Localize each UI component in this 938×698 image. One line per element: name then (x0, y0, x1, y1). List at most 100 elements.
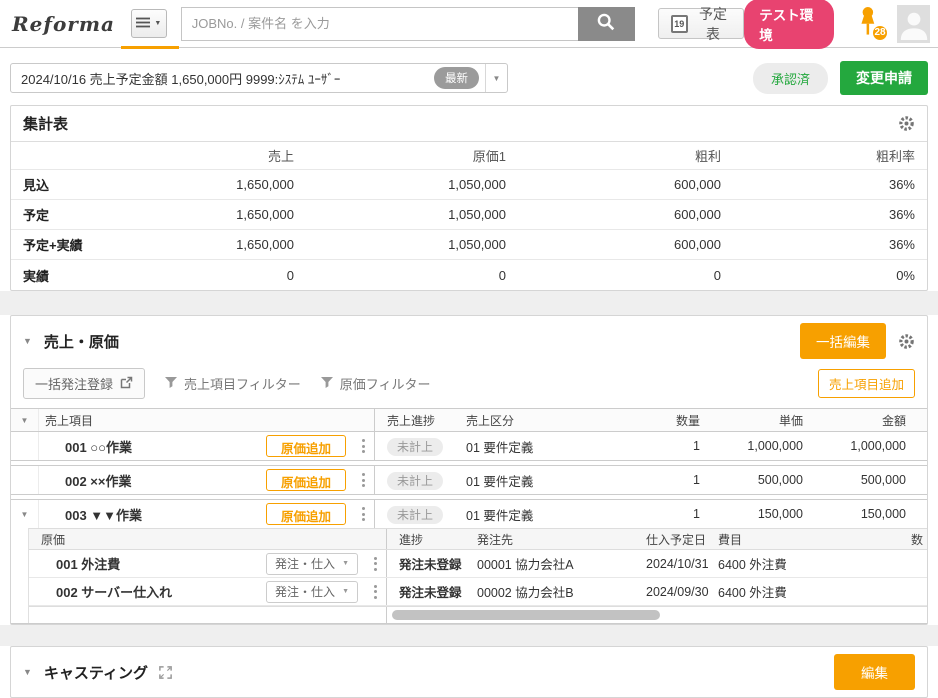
summary-row-jisseki: 実績 0 0 0 0% (11, 260, 927, 290)
calendar-icon: 19 (671, 15, 688, 33)
collapse-caret-icon[interactable]: ▼ (23, 336, 32, 346)
sales-cost-card-header: ▼ 売上・原価 一括編集 (11, 316, 927, 366)
sales-item-group-001: 001 ○○作業 原価追加 未計上 01 要件定義 1 1,000,000 1,… (11, 432, 927, 461)
cost-item-name: 002 サーバー仕入れ (29, 582, 266, 601)
supplier-value: 00001 協力会社A (477, 554, 646, 573)
casting-title: キャスティング (44, 662, 148, 683)
add-sales-item-button[interactable]: 売上項目追加 (818, 369, 915, 398)
col-supplier: 発注先 (477, 531, 646, 548)
sales-item-detail: 未計上 01 要件定義 1 1,000,000 1,000,000 (374, 432, 927, 460)
sales-table-header: ▼ 売上項目 売上進捗 売上区分 数量 単価 金額 (11, 409, 927, 432)
active-tab-indicator (121, 46, 179, 49)
sales-item-detail: 未計上 01 要件定義 1 150,000 150,000 (374, 500, 927, 528)
pin-count-badge: 28 (871, 24, 889, 42)
calendar-day: 19 (674, 19, 684, 29)
col-unit-price: 単価 (700, 412, 803, 429)
horizontal-scrollbar[interactable] (386, 607, 927, 623)
col-purchase-date: 仕入予定日 (646, 531, 718, 548)
row-gutter (11, 432, 39, 460)
summary-card-header: 集計表 (11, 106, 927, 142)
supplier-value: 00002 協力会社B (477, 582, 646, 601)
pinned-items-button[interactable]: 28 (856, 6, 883, 42)
gear-icon[interactable] (898, 333, 915, 350)
sales-item-group-003: ▼ 003 ▼▼作業 原価追加 未計上 01 要件定義 1 150,000 15… (11, 499, 927, 624)
chevron-down-icon: ▼ (342, 560, 349, 567)
summary-row-mikomi: 見込 1,650,000 1,050,000 600,000 36% (11, 170, 927, 200)
unit-price-value: 1,000,000 (700, 439, 803, 453)
summary-header-row: 売上 原価1 粗利 粗利率 (11, 142, 927, 170)
filter-icon (165, 376, 177, 391)
sales-cost-card: ▼ 売上・原価 一括編集 一括発注登録 売上項目フィルター 原価フィルター 売上… (10, 315, 928, 625)
order-status: 発注未登録 (399, 582, 477, 601)
cost-table: 原価 進捗 発注先 仕入予定日 費目 数 001 外注費 発注・仕入 (28, 528, 927, 623)
summary-col-cost: 原価1 (294, 146, 506, 165)
expand-caret-icon[interactable]: ▼ (11, 500, 39, 528)
summary-row-yotei-jisseki: 予定+実績 1,650,000 1,050,000 600,000 36% (11, 230, 927, 260)
person-icon (897, 8, 930, 43)
progress-status-badge: 未計上 (387, 472, 443, 490)
section-gap (0, 625, 938, 646)
gear-icon[interactable] (898, 115, 915, 132)
col-progress: 売上進捗 (387, 412, 466, 429)
chevron-down-icon: ▼ (342, 588, 349, 595)
col-amount: 金額 (803, 412, 906, 429)
expand-icon[interactable] (158, 665, 173, 680)
amount-value: 150,000 (803, 507, 906, 521)
schedule-button[interactable]: 19 予定表 (658, 8, 745, 39)
sales-item-detail: 未計上 01 要件定義 1 500,000 500,000 (374, 466, 927, 494)
filter-icon (321, 376, 333, 391)
row-gutter (11, 466, 39, 494)
summary-col-profit: 粗利 (506, 146, 721, 165)
chevron-down-icon[interactable]: ▼ (485, 64, 507, 92)
sales-items-table: ▼ 売上項目 売上進捗 売上区分 数量 単価 金額 001 ○○作業 原価追加 … (11, 408, 927, 624)
col-expense: 費目 (718, 531, 911, 548)
version-select[interactable]: 2024/10/16 売上予定金額 1,650,000円 9999:ｼｽﾃﾑ ﾕ… (10, 63, 508, 93)
progress-status-badge: 未計上 (387, 438, 443, 456)
casting-card: ▼ キャスティング 編集 (10, 646, 928, 698)
expense-value: 6400 外注費 (718, 582, 927, 601)
section-gap (0, 291, 938, 315)
kebab-menu-icon[interactable] (352, 469, 374, 491)
order-status: 発注未登録 (399, 554, 477, 573)
main-menu-button[interactable]: ▼ (131, 9, 167, 38)
unit-price-value: 500,000 (700, 473, 803, 487)
casting-card-header: ▼ キャスティング 編集 (11, 647, 927, 697)
sales-header-right: 売上進捗 売上区分 数量 単価 金額 (374, 409, 927, 431)
kebab-menu-icon[interactable] (352, 503, 374, 525)
user-avatar[interactable] (897, 5, 930, 43)
order-purchase-dropdown[interactable]: 発注・仕入 ▼ (266, 581, 358, 603)
kebab-menu-icon[interactable] (352, 435, 374, 457)
search-button[interactable] (578, 7, 635, 41)
job-search-input[interactable] (181, 7, 578, 41)
col-sales-item: 売上項目 (39, 412, 374, 429)
cost-filter[interactable]: 原価フィルター (321, 374, 431, 393)
collapse-caret-icon[interactable]: ▼ (23, 667, 32, 677)
collapse-all-caret-icon[interactable]: ▼ (11, 409, 39, 431)
sales-item-filter[interactable]: 売上項目フィルター (165, 374, 301, 393)
version-bar: 2024/10/16 売上予定金額 1,650,000円 9999:ｼｽﾃﾑ ﾕ… (0, 48, 938, 105)
add-cost-button[interactable]: 原価追加 (266, 503, 346, 525)
edit-button[interactable]: 編集 (834, 654, 915, 690)
sales-item-name: 003 ▼▼作業 (39, 505, 266, 524)
hamburger-icon (136, 16, 150, 31)
add-cost-button[interactable]: 原価追加 (266, 435, 346, 457)
add-cost-button[interactable]: 原価追加 (266, 469, 346, 491)
bulk-order-button[interactable]: 一括発注登録 (23, 368, 145, 399)
col-qty: 数量 (612, 412, 700, 429)
order-purchase-dropdown[interactable]: 発注・仕入 ▼ (266, 553, 358, 575)
bulk-edit-button[interactable]: 一括編集 (800, 323, 886, 359)
qty-value: 1 (612, 439, 700, 453)
external-link-icon (120, 376, 133, 392)
unit-price-value: 150,000 (700, 507, 803, 521)
app-header: Reforma ▼ 19 予定表 テスト環境 28 (0, 0, 938, 48)
amount-value: 1,000,000 (803, 439, 906, 453)
qty-value: 1 (612, 473, 700, 487)
scrollbar-thumb[interactable] (392, 610, 660, 620)
change-request-button[interactable]: 変更申請 (840, 61, 928, 95)
kebab-menu-icon[interactable] (364, 553, 386, 575)
col-cost-progress: 進捗 (399, 531, 477, 548)
kebab-menu-icon[interactable] (364, 581, 386, 603)
sales-item-name: 001 ○○作業 (39, 437, 266, 456)
latest-badge: 最新 (434, 67, 479, 89)
amount-value: 500,000 (803, 473, 906, 487)
